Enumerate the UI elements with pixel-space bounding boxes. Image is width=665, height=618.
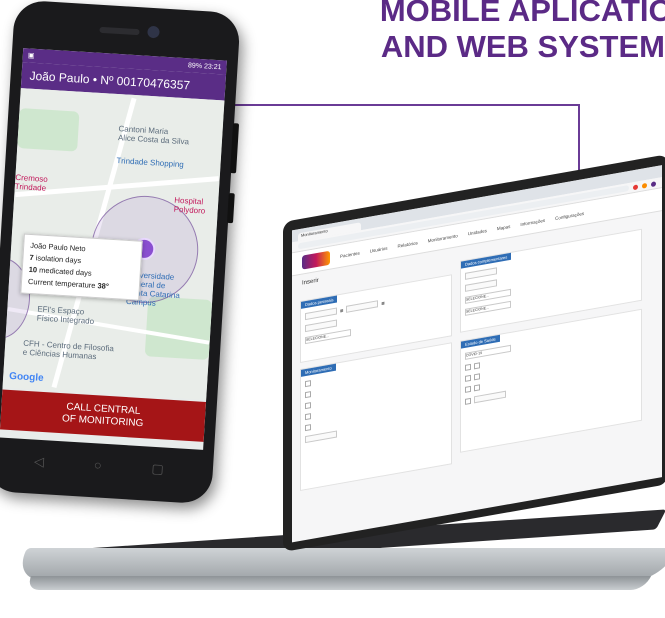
select-field[interactable]: SELECIONE...	[465, 300, 511, 316]
text-field[interactable]	[465, 267, 497, 280]
checkbox[interactable]	[465, 363, 471, 371]
extension-icon[interactable]	[642, 182, 647, 189]
nav-item-mapas[interactable]: Mapas	[497, 223, 511, 230]
checkbox[interactable]	[474, 362, 480, 370]
nav-item-unidades[interactable]: Unidades	[468, 228, 487, 236]
phone: ▣ 89% 23:21 João Paulo • Nº 00170476357 …	[0, 0, 241, 505]
text-field[interactable]	[305, 307, 337, 321]
section-monitoring: Monitoramento	[300, 342, 452, 492]
section-clinical: Estado de Saúde COVID-19	[460, 308, 642, 453]
status-info: 89% 23:21	[188, 62, 222, 71]
checkbox[interactable]	[474, 384, 480, 392]
checkbox[interactable]	[305, 424, 311, 432]
poi-label: Trindade Shopping	[116, 156, 185, 170]
laptop-screen: Monitoramento Pacientes Usuários Relatór…	[283, 154, 665, 567]
text-field[interactable]	[305, 319, 337, 333]
headline-line-1: MOBILE APLICATION	[379, 0, 665, 28]
poi-label: Cantoni Maria Alice Costa da Silva	[117, 124, 190, 147]
checkbox[interactable]	[305, 380, 311, 388]
profile-icon[interactable]	[651, 180, 656, 187]
map-view[interactable]: Cantoni Maria Alice Costa da Silva Trind…	[2, 88, 225, 400]
text-field[interactable]	[474, 390, 506, 404]
connector-line-horizontal	[208, 104, 580, 106]
section-header: Dados pessoais	[301, 295, 338, 309]
poi-label: EFI's Espaço Físico Integrado	[36, 304, 95, 326]
headline-line-2: AND WEB SYSTEM	[380, 29, 665, 64]
nav-item-informacoes[interactable]: Informações	[520, 217, 545, 226]
phone-body: ▣ 89% 23:21 João Paulo • Nº 00170476357 …	[0, 0, 241, 505]
checkbox[interactable]	[465, 374, 471, 382]
phone-speaker	[99, 26, 140, 36]
section-header: Estado de Saúde	[461, 334, 500, 349]
patient-info-card[interactable]: João Paulo Neto 7 isolation days 10 medi…	[20, 233, 143, 301]
nav-item-pacientes[interactable]: Pacientes	[340, 250, 360, 258]
checkbox[interactable]	[305, 413, 311, 421]
notification-icon: ▣	[27, 52, 35, 60]
select-field[interactable]: SELECIONE...	[305, 329, 351, 345]
laptop-front-edge	[24, 576, 652, 590]
checkbox[interactable]	[305, 402, 311, 410]
text-field[interactable]	[305, 430, 337, 444]
text-field[interactable]	[465, 279, 497, 292]
phone-screen: ▣ 89% 23:21 João Paulo • Nº 00170476357 …	[0, 48, 227, 450]
app-title: João Paulo • Nº 00170476357	[29, 68, 191, 93]
nav-item-usuarios[interactable]: Usuários	[370, 245, 388, 253]
checkbox[interactable]	[474, 373, 480, 381]
recent-apps-icon[interactable]: ▢	[151, 461, 164, 478]
back-icon[interactable]: ◁	[34, 454, 45, 471]
text-field[interactable]	[346, 300, 379, 313]
phone-volume-button	[226, 192, 235, 224]
nav-item-monitoramento[interactable]: Monitoramento	[428, 233, 458, 243]
checkbox[interactable]	[465, 397, 471, 405]
checkbox[interactable]	[465, 385, 471, 393]
nav-item-relatorios[interactable]: Relatórios	[398, 240, 418, 249]
poi-label: CFH - Centro de Filosofia e Ciências Hum…	[22, 338, 115, 362]
app-logo	[302, 250, 330, 270]
map-park	[17, 108, 80, 152]
calendar-icon[interactable]: ▦	[340, 308, 343, 313]
nav-item-configuracoes[interactable]: Configurações	[555, 210, 584, 220]
home-icon[interactable]: ○	[93, 457, 102, 473]
phone-power-button	[230, 123, 240, 174]
extension-icon[interactable]	[633, 183, 638, 190]
web-system-display: Monitoramento Pacientes Usuários Relatór…	[292, 165, 662, 543]
checkbox[interactable]	[305, 391, 311, 399]
calendar-icon[interactable]: ▦	[381, 301, 384, 306]
battery-level: 89%	[187, 61, 203, 70]
poi-label: Cremoso Trindade	[14, 172, 49, 193]
phone-front-camera	[147, 25, 160, 39]
poi-label: Hospital Polydoro	[173, 195, 206, 216]
google-logo: Google	[8, 370, 44, 384]
android-nav-bar: ◁ ○ ▢	[9, 452, 190, 479]
section-header: Monitoramento	[301, 363, 336, 377]
status-time: 23:21	[203, 62, 222, 71]
